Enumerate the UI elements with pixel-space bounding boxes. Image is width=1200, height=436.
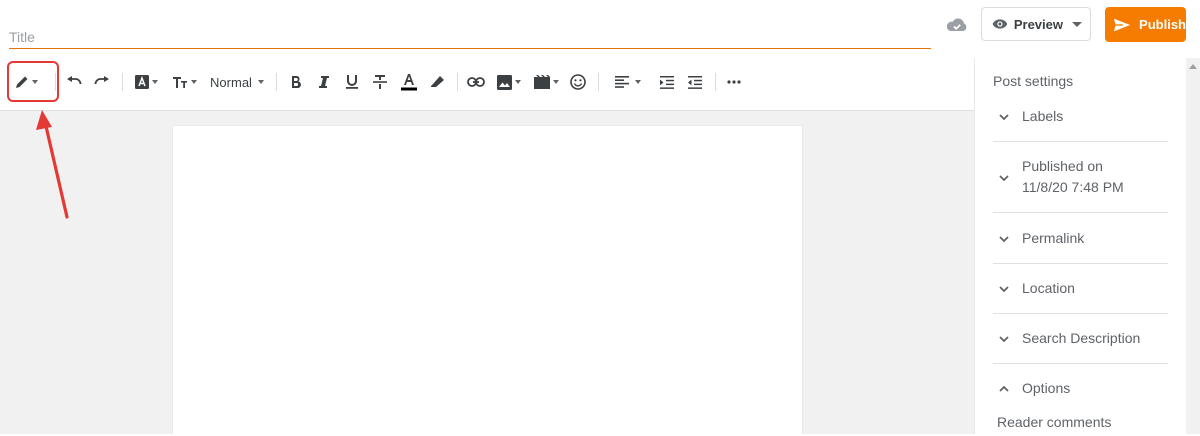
preview-label: Preview [1013,16,1063,32]
settings-section-published-on[interactable]: Published on 11/8/20 7:48 PM [993,156,1168,200]
undo-button[interactable] [65,71,83,93]
section-divider [993,212,1168,213]
toolbar-divider [598,73,599,91]
chevron-down-icon [999,175,1009,182]
section-label: Permalink [1022,230,1085,246]
editor-page[interactable] [173,126,802,436]
settings-section-permalink[interactable]: Permalink [993,228,1168,258]
chevron-down-icon [999,336,1009,343]
preview-button[interactable]: Preview [981,7,1064,41]
toolbar-divider [122,73,123,91]
image-icon [497,74,512,90]
redo-icon [94,76,109,85]
chevron-down-icon [999,114,1009,121]
annotation-arrow-icon [36,110,69,219]
outdent-button[interactable] [686,71,704,93]
font-icon [134,75,149,89]
cloud-saved-icon [946,18,967,31]
paragraph-style-dropdown[interactable]: Normal [207,71,267,93]
chevron-down-icon [552,80,559,84]
sidebar-scrollbar[interactable] [1186,58,1200,434]
chevron-down-icon [635,80,641,84]
strikethrough-icon [373,75,387,89]
publish-label: Publish [1139,17,1186,32]
preview-options-button[interactable] [1063,7,1091,41]
toolbar-divider [457,73,458,91]
text-color-button[interactable] [400,71,418,93]
redo-button[interactable] [93,71,111,93]
chevron-down-icon [999,286,1009,293]
send-icon [1113,18,1131,31]
section-divider [993,263,1168,264]
align-left-icon [615,76,629,88]
section-label: Options [1022,380,1071,396]
section-label: Location [1022,280,1075,296]
section-label: Published on 11/8/20 7:48 PM [1022,158,1124,195]
chevron-down-icon [999,236,1009,243]
section-label: Labels [1022,108,1064,124]
more-horizontal-icon [727,80,741,84]
align-button[interactable] [613,71,643,93]
section-divider [993,363,1168,364]
undo-icon [67,76,82,85]
insert-link-button[interactable] [466,71,486,93]
bold-icon [292,76,301,88]
post-settings-title: Post settings [993,73,1074,89]
highlight-color-button[interactable] [428,71,446,93]
indent-button[interactable] [658,71,676,93]
section-divider [993,313,1168,314]
italic-button[interactable] [316,71,332,93]
text-color-icon [401,74,417,91]
scroll-up-arrow-icon[interactable] [1189,63,1197,69]
insert-image-button[interactable] [495,71,523,93]
insert-video-button[interactable] [532,71,560,93]
post-settings-sidebar: Post settings Labels Published on 11/8/2… [974,58,1187,434]
highlighter-icon [431,76,444,87]
underline-button[interactable] [344,71,360,93]
reader-comments-label: Reader comments [997,414,1112,430]
chevron-down-icon [1071,21,1082,27]
editor-canvas [0,111,974,436]
underline-icon [346,75,358,89]
emoji-icon [570,74,586,90]
settings-section-labels[interactable]: Labels [993,106,1168,136]
text-size-button[interactable] [170,71,198,93]
chevron-down-icon [190,80,197,84]
title-input[interactable] [9,26,931,49]
link-icon [467,77,485,87]
eye-icon [992,19,1008,29]
video-icon [533,75,550,89]
publish-button[interactable]: Publish [1105,7,1186,42]
more-options-button[interactable] [724,71,744,93]
indent-icon [660,75,674,89]
chevron-down-icon [151,80,158,84]
paragraph-style-label: Normal [210,74,252,90]
annotation-highlight-box [7,61,59,102]
chevron-down-icon [515,80,521,84]
section-label: Search Description [1022,330,1141,346]
toolbar-divider [276,73,277,91]
outdent-icon [688,75,702,89]
settings-section-location[interactable]: Location [993,278,1168,308]
section-divider [993,141,1168,142]
strikethrough-button[interactable] [372,71,388,93]
chevron-up-icon [999,385,1009,392]
text-size-icon [172,77,187,88]
settings-section-search-description[interactable]: Search Description [993,328,1168,358]
chevron-down-icon [257,80,264,84]
bold-button[interactable] [288,71,304,93]
editor-toolbar: Normal [0,60,974,111]
settings-section-options[interactable]: Options [993,378,1168,408]
insert-emoji-button[interactable] [568,71,588,93]
toolbar-divider [715,73,716,91]
font-family-button[interactable] [133,71,159,93]
italic-icon [319,76,329,88]
